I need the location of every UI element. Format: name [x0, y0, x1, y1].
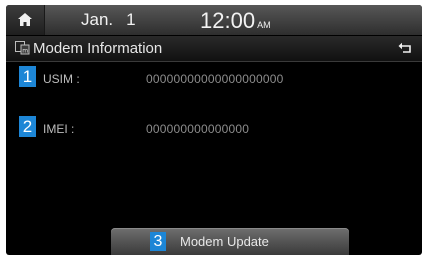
- modem-info-icon: m: [15, 41, 30, 55]
- page-title: Modem Information: [33, 40, 163, 57]
- svg-text:m: m: [22, 48, 28, 55]
- modem-update-label: Modem Update: [180, 234, 269, 249]
- clock-time: 12:00: [200, 8, 256, 33]
- callout-number-3: 3: [150, 232, 166, 251]
- home-icon: [18, 13, 32, 26]
- imei-label: IMEI :: [43, 122, 75, 136]
- usim-label: USIM :: [43, 72, 80, 86]
- status-clock: 12:00 AM: [200, 8, 271, 34]
- back-button[interactable]: [388, 36, 422, 61]
- modem-update-button[interactable]: 3 Modem Update: [111, 228, 349, 255]
- clock-ampm: AM: [257, 20, 271, 30]
- imei-value: 000000000000000: [146, 122, 250, 136]
- callout-number-2: 2: [19, 116, 36, 137]
- home-button[interactable]: [6, 5, 45, 35]
- date-day: 1: [126, 10, 136, 29]
- usim-value: 00000000000000000000: [146, 72, 284, 86]
- back-arrow-icon: [398, 42, 411, 53]
- callout-number-1: 1: [19, 66, 36, 87]
- title-bar: m Modem Information: [6, 36, 422, 62]
- head-unit-screen: Jan. 1 12:00 AM m Modem Information 1 USIM…: [6, 5, 422, 255]
- date-month: Jan.: [81, 10, 114, 29]
- status-date: Jan. 1: [81, 10, 136, 30]
- status-bar: Jan. 1 12:00 AM: [6, 5, 422, 35]
